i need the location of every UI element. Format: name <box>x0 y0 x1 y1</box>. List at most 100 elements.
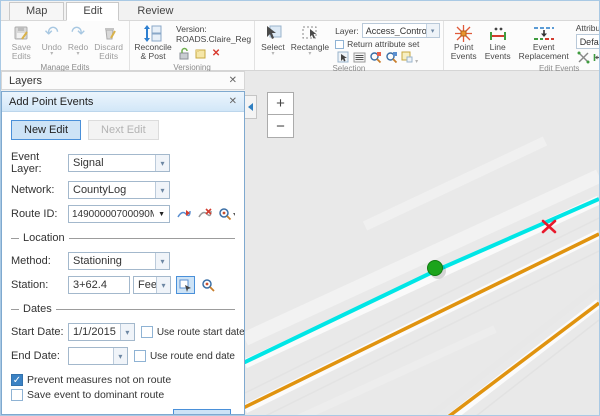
station-units-arrow-icon[interactable]: ▾ <box>156 277 170 293</box>
network-label: Network: <box>11 184 68 196</box>
new-edit-button[interactable]: New Edit <box>11 120 81 140</box>
method-arrow-icon[interactable]: ▾ <box>155 253 169 269</box>
tab-edit[interactable]: Edit <box>66 2 119 21</box>
event-replacement-button[interactable]: Event Replacement <box>516 22 572 63</box>
version-new-icon[interactable] <box>193 46 207 60</box>
next-button[interactable]: Next > <box>173 409 231 415</box>
zoom-to-station-icon[interactable] <box>200 277 217 293</box>
use-route-end-date-checkbox[interactable] <box>134 350 146 362</box>
select-dropdown-icon[interactable]: ▾ <box>271 52 274 56</box>
layers-pane-header[interactable]: Layers ✕ <box>1 71 245 90</box>
network-arrow-icon[interactable]: ▾ <box>155 182 169 198</box>
station-input[interactable]: 3+62.4 <box>68 276 130 294</box>
map-zoom-control: + − <box>267 92 294 138</box>
use-route-end-date-label: Use route end date <box>150 351 235 362</box>
zoom-out-button[interactable]: − <box>267 115 294 138</box>
return-attribute-set-checkbox[interactable] <box>335 40 344 49</box>
next-edit-button[interactable]: Next Edit <box>88 120 159 140</box>
network-select[interactable]: CountyLog ▾ <box>68 181 170 199</box>
version-lock-icon[interactable] <box>177 46 191 60</box>
layers-pane-title: Layers <box>9 75 42 87</box>
version-delete-icon[interactable]: ✕ <box>209 46 223 60</box>
use-route-start-date-label: Use route start date <box>157 327 245 338</box>
save-dominant-checkbox[interactable] <box>11 389 23 401</box>
route-id-arrow-icon[interactable]: ▼ <box>154 211 169 218</box>
start-date-select[interactable]: 1/1/2015 ▾ <box>68 323 135 341</box>
rectangle-dropdown-icon[interactable]: ▾ <box>308 52 311 56</box>
selection-list-icon[interactable] <box>352 50 366 64</box>
route-id-combo[interactable]: 14900000700090M01 ▼ <box>68 205 170 223</box>
attribute-set-value: Default <box>577 37 600 47</box>
method-value: Stationing <box>69 255 155 267</box>
attribute-set-label: Attribute Set: <box>576 23 600 33</box>
start-date-arrow-icon[interactable]: ▾ <box>120 324 134 340</box>
event-layer-label: Event Layer: <box>11 151 68 175</box>
station-label: Station: <box>11 279 68 291</box>
zoom-in-button[interactable]: + <box>267 92 294 115</box>
layer-select-value: Access_Control <box>363 26 426 36</box>
undo-icon: ↶ <box>45 23 59 43</box>
left-dock: Layers ✕ Add Point Events ✕ New Edit Nex… <box>1 71 245 415</box>
event-layer-arrow-icon[interactable]: ▾ <box>155 155 169 171</box>
select-features-icon[interactable] <box>336 50 350 64</box>
dates-section-label: Dates <box>23 303 52 315</box>
return-attribute-set-label: Return attribute set <box>347 39 419 49</box>
line-events-button[interactable]: Line Events <box>482 22 514 63</box>
prevent-measures-checkbox[interactable]: ✓ <box>11 374 23 386</box>
route-id-value: 14900000700090M01 <box>69 209 154 220</box>
event-layer-select[interactable]: Signal ▾ <box>68 154 170 172</box>
undo-button[interactable]: ↶ Undo ▾ <box>40 22 64 57</box>
add-point-events-pane: Add Point Events ✕ New Edit Next Edit Ev… <box>1 91 245 415</box>
redo-dropdown-icon[interactable]: ▾ <box>77 52 80 56</box>
reconcile-icon <box>143 23 163 43</box>
method-select[interactable]: Stationing ▾ <box>68 252 170 270</box>
prevent-measures-label: Prevent measures not on route <box>27 374 171 386</box>
dates-section-header: Dates <box>11 303 235 315</box>
tab-review[interactable]: Review <box>121 3 189 20</box>
point-events-button[interactable]: Point Events <box>448 22 480 63</box>
remove-route-icon[interactable] <box>197 206 214 222</box>
group-manage-edits: Save Edits ↶ Undo ▾ ↷ Redo ▾ Discard Edi… <box>1 21 130 70</box>
save-edits-button[interactable]: Save Edits <box>5 22 38 63</box>
orange-route-2[interactable] <box>448 303 599 415</box>
reconcile-post-button[interactable]: Reconcile & Post <box>134 22 172 63</box>
select-button[interactable]: Select ▾ <box>259 22 287 57</box>
add-point-events-header[interactable]: Add Point Events ✕ <box>2 92 244 112</box>
point-events-icon <box>454 23 473 43</box>
group-selection: Select ▾ Rectangle ▾ Layer: Access_Contr… <box>255 21 444 70</box>
panel-collapse-tab[interactable] <box>245 95 257 119</box>
start-date-label: Start Date: <box>11 326 68 338</box>
add-point-events-close-icon[interactable]: ✕ <box>229 96 237 107</box>
app-window: Map Edit Review Save Edits ↶ Undo ▾ <box>0 0 600 416</box>
zoom-to-selection-icon[interactable] <box>368 50 382 64</box>
station-units-select[interactable]: Feet ▾ <box>133 276 171 294</box>
add-point-events-body: New Edit Next Edit Event Layer: Signal ▾… <box>2 112 244 415</box>
layer-select-arrow-icon[interactable]: ▾ <box>426 24 439 37</box>
redo-button[interactable]: ↷ Redo ▾ <box>66 22 90 57</box>
zoom-to-route-icon[interactable] <box>218 206 235 222</box>
attribute-set-select[interactable]: Default ▾ <box>576 34 600 49</box>
layers-close-icon[interactable]: ✕ <box>229 75 237 86</box>
select-route-on-map-icon[interactable] <box>175 206 192 222</box>
map-view[interactable]: + − <box>245 71 599 415</box>
pick-station-on-map-icon[interactable] <box>176 276 195 294</box>
discard-edits-button[interactable]: Discard Edits <box>92 22 125 63</box>
end-date-select[interactable]: ▾ <box>68 347 128 365</box>
end-date-arrow-icon[interactable]: ▾ <box>113 348 127 364</box>
point-event-marker[interactable] <box>428 261 443 276</box>
method-label: Method: <box>11 255 68 267</box>
layer-select[interactable]: Access_Control ▾ <box>362 23 440 38</box>
split-event-icon[interactable] <box>577 50 591 64</box>
location-section-header: Location <box>11 232 235 244</box>
pan-to-selection-icon[interactable] <box>384 50 398 64</box>
tab-map[interactable]: Map <box>9 2 64 20</box>
station-value: 3+62.4 <box>69 279 129 291</box>
use-route-start-date-checkbox[interactable] <box>141 326 153 338</box>
start-date-value: 1/1/2015 <box>69 326 120 338</box>
undo-dropdown-icon[interactable]: ▾ <box>50 52 53 56</box>
rectangle-select-button[interactable]: Rectangle ▾ <box>289 22 331 57</box>
merge-events-icon[interactable] <box>593 50 600 64</box>
clear-selection-icon[interactable] <box>400 50 414 64</box>
network-value: CountyLog <box>69 184 155 196</box>
reconcile-post-label: Reconcile & Post <box>134 43 171 62</box>
